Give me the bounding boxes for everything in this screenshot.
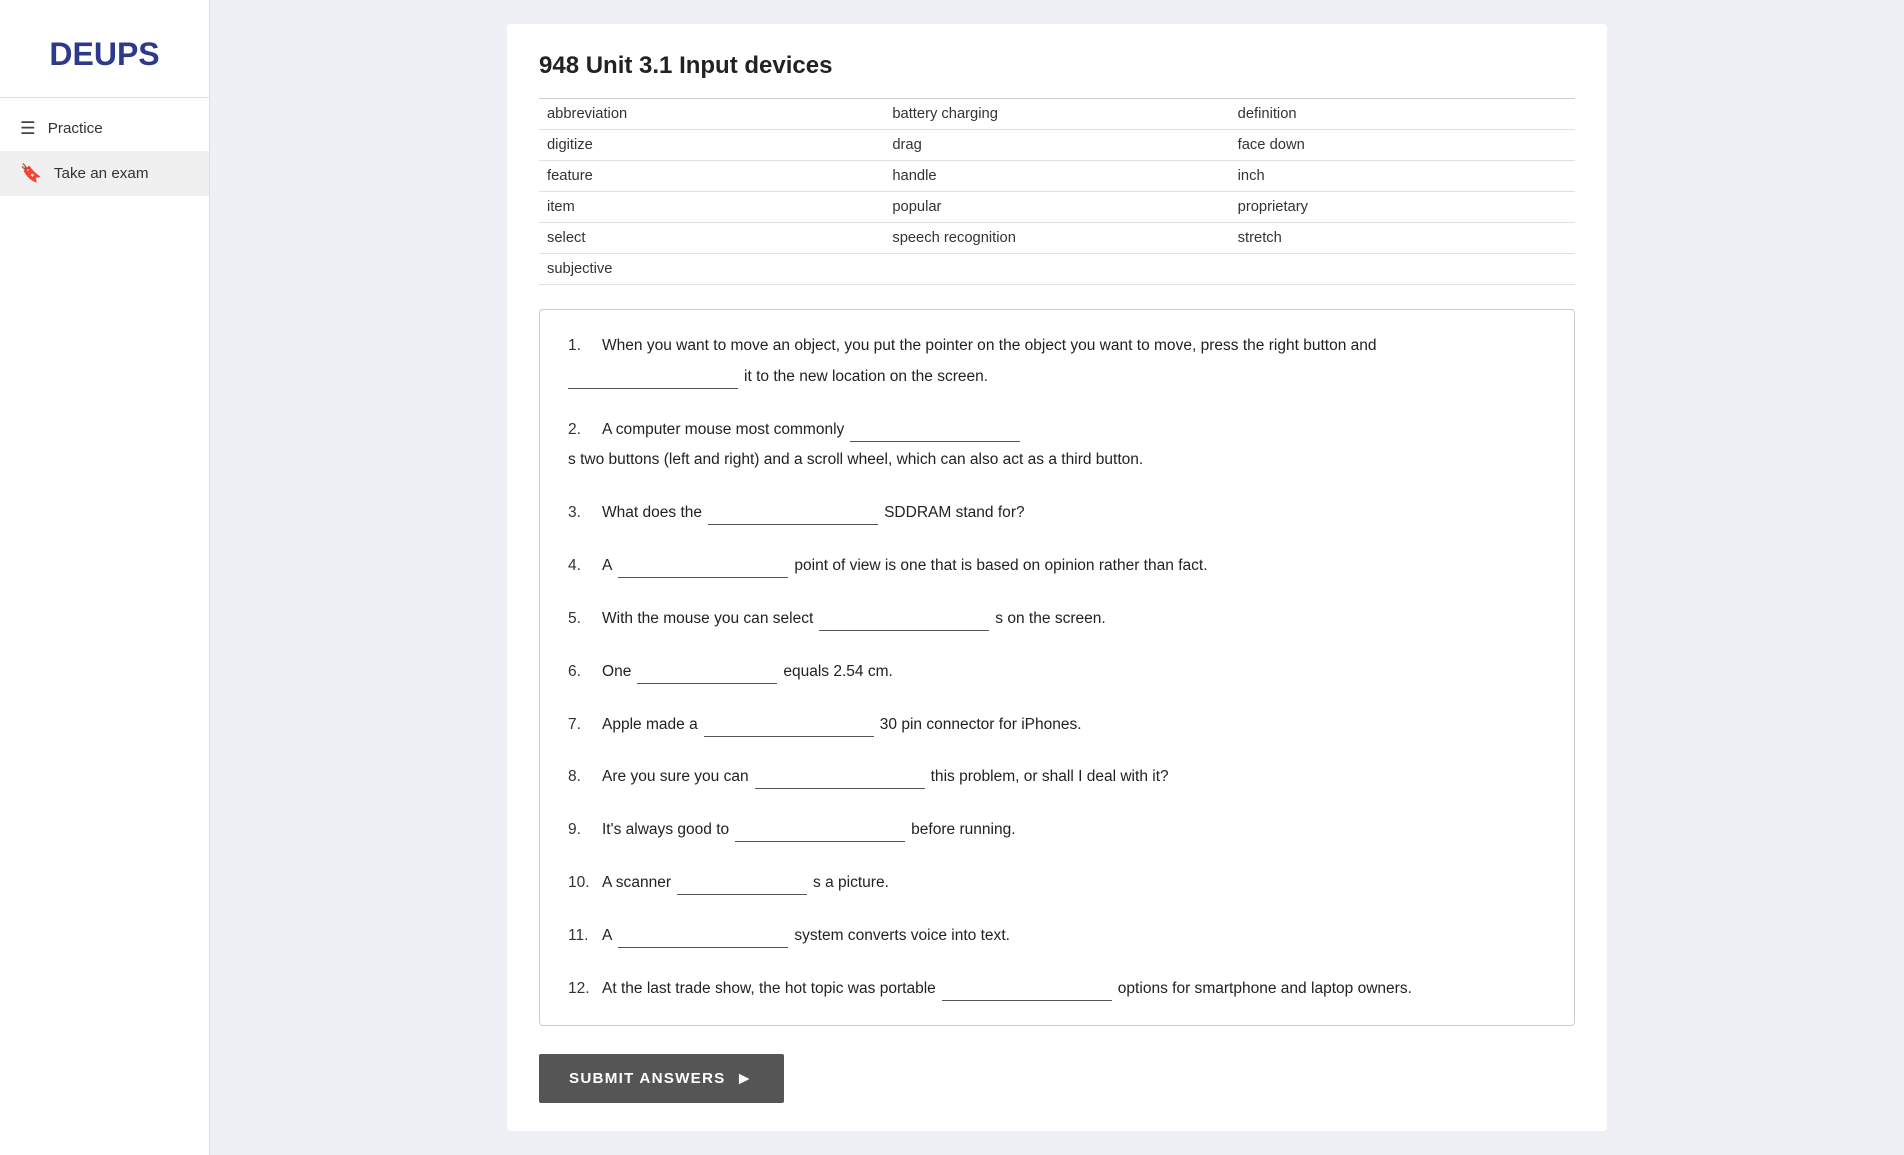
- q-number-2: 2.: [568, 418, 596, 443]
- answer-input-10[interactable]: [677, 872, 807, 895]
- q-text-10a: A scanner: [602, 871, 671, 896]
- word-cell: battery charging: [884, 99, 1229, 130]
- logo: DEUPS: [0, 20, 209, 97]
- answer-input-4[interactable]: [618, 555, 788, 578]
- word-cell: proprietary: [1230, 192, 1575, 223]
- submit-label: SUBMIT ANSWERS: [569, 1070, 726, 1087]
- main-content: 948 Unit 3.1 Input devices abbreviation …: [210, 0, 1904, 1155]
- word-cell: inch: [1230, 161, 1575, 192]
- sidebar-divider: [0, 97, 209, 98]
- q-text-4b: point of view is one that is based on op…: [794, 554, 1207, 579]
- word-cell: [1230, 254, 1575, 285]
- question-4: 4. A point of view is one that is based …: [568, 554, 1546, 579]
- word-cell: digitize: [539, 130, 884, 161]
- question-3: 3. What does the SDDRAM stand for?: [568, 501, 1546, 526]
- q-text-1a: When you want to move an object, you put…: [602, 334, 1377, 359]
- question-11: 11. A system converts voice into text.: [568, 924, 1546, 949]
- answer-input-3[interactable]: [708, 502, 878, 525]
- exam-icon: 🔖: [20, 163, 42, 184]
- q-text-12a: At the last trade show, the hot topic wa…: [602, 977, 936, 1002]
- questions-box: 1. When you want to move an object, you …: [539, 309, 1575, 1026]
- sidebar-item-label-exam: Take an exam: [54, 165, 149, 182]
- q-text-11a: A: [602, 924, 612, 949]
- q-text-8b: this problem, or shall I deal with it?: [931, 765, 1169, 790]
- answer-input-12[interactable]: [942, 978, 1112, 1001]
- answer-input-9[interactable]: [735, 819, 905, 842]
- q-text-6a: One: [602, 660, 631, 685]
- q-number-9: 9.: [568, 818, 596, 843]
- sidebar: DEUPS ☰ Practice 🔖 Take an exam: [0, 0, 210, 1155]
- question-8: 8. Are you sure you can this problem, or…: [568, 765, 1546, 790]
- question-5: 5. With the mouse you can select s on th…: [568, 607, 1546, 632]
- answer-input-5[interactable]: [819, 608, 989, 631]
- exam-card: 948 Unit 3.1 Input devices abbreviation …: [507, 24, 1607, 1131]
- submit-answers-button[interactable]: SUBMIT ANSWERS ►: [539, 1054, 784, 1103]
- question-6: 6. One equals 2.54 cm.: [568, 660, 1546, 685]
- q-number-6: 6.: [568, 660, 596, 685]
- question-2: 2. A computer mouse most commonly s two …: [568, 418, 1546, 474]
- question-10: 10. A scanner s a picture.: [568, 871, 1546, 896]
- q-text-2b: s two buttons (left and right) and a scr…: [568, 448, 1143, 473]
- word-bank: abbreviation battery charging definition…: [539, 98, 1575, 285]
- q-text-3b: SDDRAM stand for?: [884, 501, 1025, 526]
- word-cell: [884, 254, 1229, 285]
- word-cell: select: [539, 223, 884, 254]
- word-cell: definition: [1230, 99, 1575, 130]
- list-icon: ☰: [20, 118, 36, 139]
- word-cell: abbreviation: [539, 99, 884, 130]
- q-number-1: 1.: [568, 334, 596, 359]
- word-cell: feature: [539, 161, 884, 192]
- q-number-4: 4.: [568, 554, 596, 579]
- q-text-3a: What does the: [602, 501, 702, 526]
- q-text-5a: With the mouse you can select: [602, 607, 813, 632]
- question-7: 7. Apple made a 30 pin connector for iPh…: [568, 713, 1546, 738]
- answer-input-7[interactable]: [704, 714, 874, 737]
- word-cell: subjective: [539, 254, 884, 285]
- q-number-12: 12.: [568, 977, 596, 1002]
- word-cell: handle: [884, 161, 1229, 192]
- q-text-6b: equals 2.54 cm.: [783, 660, 893, 685]
- q-number-3: 3.: [568, 501, 596, 526]
- sidebar-item-label-practice: Practice: [48, 120, 103, 137]
- q-number-8: 8.: [568, 765, 596, 790]
- q-text-8a: Are you sure you can: [602, 765, 749, 790]
- question-9: 9. It's always good to before running.: [568, 818, 1546, 843]
- q-text-12b: options for smartphone and laptop owners…: [1118, 977, 1412, 1002]
- q-number-11: 11.: [568, 924, 596, 949]
- submit-arrow-icon: ►: [736, 1068, 755, 1089]
- q-text-11b: system converts voice into text.: [794, 924, 1010, 949]
- word-cell: item: [539, 192, 884, 223]
- word-cell: speech recognition: [884, 223, 1229, 254]
- word-cell: face down: [1230, 130, 1575, 161]
- q-text-7b: 30 pin connector for iPhones.: [880, 713, 1082, 738]
- q-text-9b: before running.: [911, 818, 1015, 843]
- question-12: 12. At the last trade show, the hot topi…: [568, 977, 1546, 1002]
- q-text-4a: A: [602, 554, 612, 579]
- q-number-5: 5.: [568, 607, 596, 632]
- question-1: 1. When you want to move an object, you …: [568, 334, 1546, 390]
- sidebar-item-take-an-exam[interactable]: 🔖 Take an exam: [0, 151, 209, 196]
- answer-input-6[interactable]: [637, 661, 777, 684]
- answer-input-1[interactable]: [568, 366, 738, 389]
- word-cell: stretch: [1230, 223, 1575, 254]
- q-text-5b: s on the screen.: [995, 607, 1105, 632]
- q-text-9a: It's always good to: [602, 818, 729, 843]
- q-number-7: 7.: [568, 713, 596, 738]
- answer-input-8[interactable]: [755, 766, 925, 789]
- answer-input-2[interactable]: [850, 419, 1020, 442]
- q-text-7a: Apple made a: [602, 713, 698, 738]
- q-text-10b: s a picture.: [813, 871, 889, 896]
- word-cell: drag: [884, 130, 1229, 161]
- answer-input-11[interactable]: [618, 925, 788, 948]
- sidebar-item-practice[interactable]: ☰ Practice: [0, 106, 209, 151]
- q-number-10: 10.: [568, 871, 596, 896]
- word-cell: popular: [884, 192, 1229, 223]
- q-text-1b: it to the new location on the screen.: [744, 365, 988, 390]
- exam-title: 948 Unit 3.1 Input devices: [539, 52, 1575, 80]
- q-text-2a: A computer mouse most commonly: [602, 418, 844, 443]
